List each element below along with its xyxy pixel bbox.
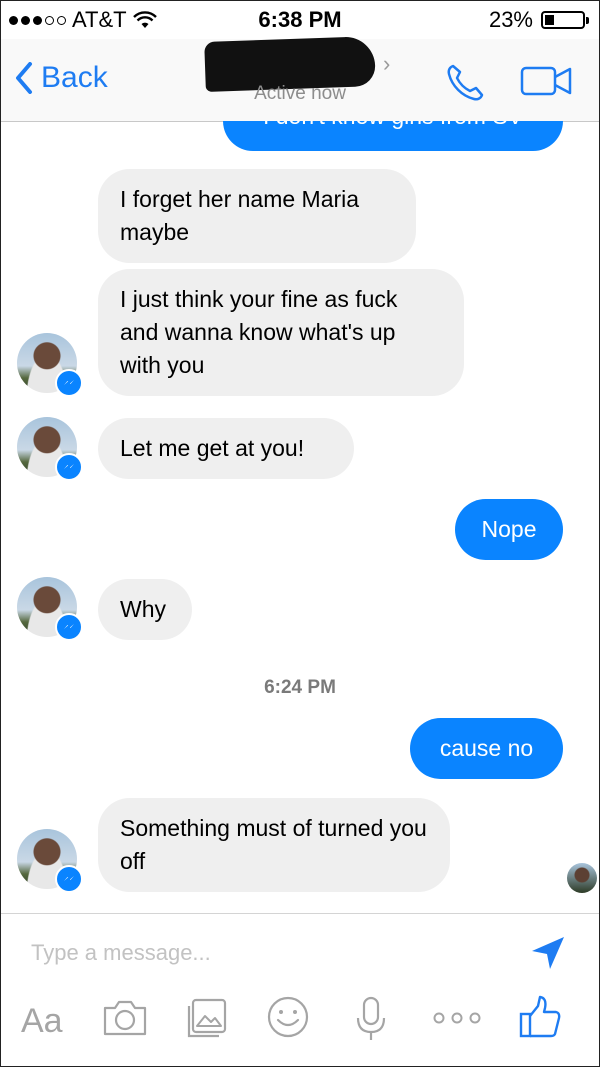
contact-avatar[interactable] <box>17 577 83 641</box>
message-timestamp: 6:24 PM <box>264 677 336 698</box>
incoming-message[interactable]: Let me get at you! <box>98 418 354 479</box>
outgoing-message[interactable]: Nope <box>455 499 563 560</box>
send-icon[interactable] <box>529 934 567 972</box>
incoming-message[interactable]: Something must of turned you off <box>98 798 450 892</box>
outgoing-message[interactable]: cause no <box>410 718 563 779</box>
composer-toolbar: Aa <box>1 994 599 1054</box>
microphone-icon[interactable] <box>353 994 389 1044</box>
messenger-badge-icon <box>55 865 83 893</box>
incoming-message[interactable]: I just think your fine as fuck and wanna… <box>98 269 464 396</box>
more-options-icon[interactable] <box>429 994 485 1040</box>
like-thumbs-up-icon[interactable] <box>517 994 563 1040</box>
contact-avatar[interactable] <box>17 417 83 481</box>
messenger-badge-icon <box>55 453 83 481</box>
seen-receipt-avatar <box>567 863 597 893</box>
messenger-badge-icon <box>55 613 83 641</box>
status-bar: AT&T 6:38 PM 23% <box>1 1 599 39</box>
battery-icon <box>541 11 589 29</box>
contact-avatar[interactable] <box>17 333 83 397</box>
message-input[interactable]: Type a message... <box>31 940 211 966</box>
phone-call-icon[interactable] <box>443 61 487 105</box>
active-status: Active now <box>254 83 346 104</box>
conversation-header: Back › Active now <box>1 36 599 122</box>
message-list[interactable]: I don't know girls from SV I forget her … <box>1 121 599 913</box>
battery-percentage: 23% <box>488 7 533 32</box>
video-call-icon[interactable] <box>519 61 575 101</box>
emoji-icon[interactable] <box>265 994 311 1040</box>
incoming-message[interactable]: Why <box>98 579 192 640</box>
message-composer: Type a message... Aa <box>1 913 599 1066</box>
chat-screen: AT&T 6:38 PM 23% Back › Active now I for… <box>0 0 600 1067</box>
photo-gallery-icon[interactable] <box>184 994 230 1040</box>
contact-avatar[interactable] <box>17 829 83 893</box>
incoming-message[interactable]: I forget her name Maria maybe <box>98 169 416 263</box>
outgoing-message-clipped[interactable]: I don't know girls from SV <box>223 121 563 151</box>
text-format-button[interactable]: Aa <box>21 1002 63 1041</box>
messenger-badge-icon <box>55 369 83 397</box>
chevron-right-icon[interactable]: › <box>383 51 390 77</box>
camera-icon[interactable] <box>99 994 151 1040</box>
